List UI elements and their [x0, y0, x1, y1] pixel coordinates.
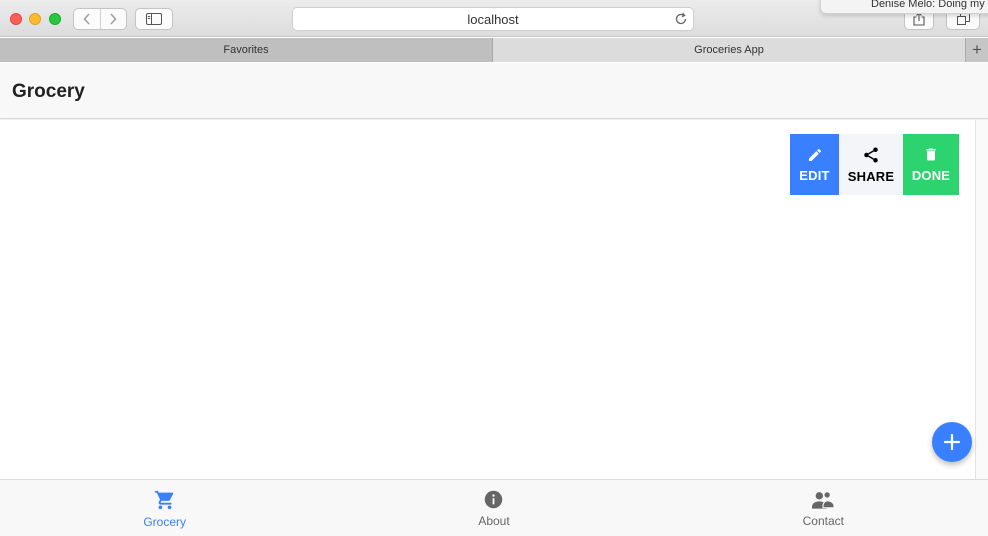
share-icon — [864, 147, 878, 162]
notification-text: Denise Melo: Doing my — [871, 0, 985, 10]
info-icon — [485, 490, 503, 509]
chevron-right-icon — [110, 13, 117, 25]
zoom-window-button[interactable] — [49, 13, 61, 25]
tab-grocery[interactable]: Grocery — [0, 480, 329, 536]
app-header: Grocery — [0, 63, 988, 119]
tabs-overview-icon — [956, 13, 970, 25]
item-options: EDIT SHARE DONE — [790, 134, 959, 195]
chevron-left-icon — [83, 13, 90, 25]
url-text: localhost — [467, 11, 519, 27]
sidebar-icon — [146, 13, 162, 25]
sidebar-toggle-button[interactable] — [135, 8, 173, 30]
browser-tab-bar: Favorites Groceries App + — [0, 38, 988, 62]
history-nav-group — [73, 8, 127, 30]
add-icon — [943, 433, 961, 451]
back-button[interactable] — [74, 9, 100, 29]
notification-banner[interactable]: Denise Melo: Doing my — [820, 0, 988, 14]
tab-favorites[interactable]: Favorites — [0, 38, 493, 62]
page-title: Grocery — [12, 81, 85, 102]
done-button[interactable]: DONE — [903, 134, 959, 195]
pencil-icon — [808, 148, 821, 161]
trash-icon — [926, 148, 936, 161]
done-label: DONE — [911, 168, 951, 183]
new-tab-button[interactable]: + — [965, 38, 988, 62]
cart-icon — [154, 490, 173, 510]
edit-button[interactable]: EDIT — [790, 134, 839, 195]
tab-about[interactable]: About — [329, 480, 658, 536]
close-window-button[interactable] — [10, 13, 22, 25]
share-upload-icon — [913, 12, 925, 26]
tab-label: Groceries App — [694, 44, 764, 56]
tab-contact-label: Contact — [802, 514, 844, 528]
people-icon — [812, 491, 835, 509]
tab-groceries-app[interactable]: Groceries App — [493, 38, 965, 62]
reload-icon[interactable] — [674, 12, 688, 26]
tab-label: Favorites — [223, 44, 269, 56]
edit-label: EDIT — [799, 167, 830, 183]
bottom-tab-bar: Grocery About Contact — [0, 479, 988, 536]
tab-grocery-label: Grocery — [143, 515, 186, 529]
minimize-window-button[interactable] — [29, 13, 41, 25]
share-button[interactable]: SHARE — [839, 134, 903, 195]
scrollbar[interactable] — [975, 120, 988, 479]
tab-contact[interactable]: Contact — [659, 480, 988, 536]
tab-about-label: About — [478, 514, 510, 528]
add-item-fab[interactable] — [932, 422, 972, 462]
share-label: SHARE — [847, 168, 895, 184]
browser-toolbar: localhost Denise Melo: Doing my — [0, 0, 988, 37]
address-bar[interactable]: localhost — [292, 7, 694, 31]
forward-button[interactable] — [99, 9, 127, 29]
